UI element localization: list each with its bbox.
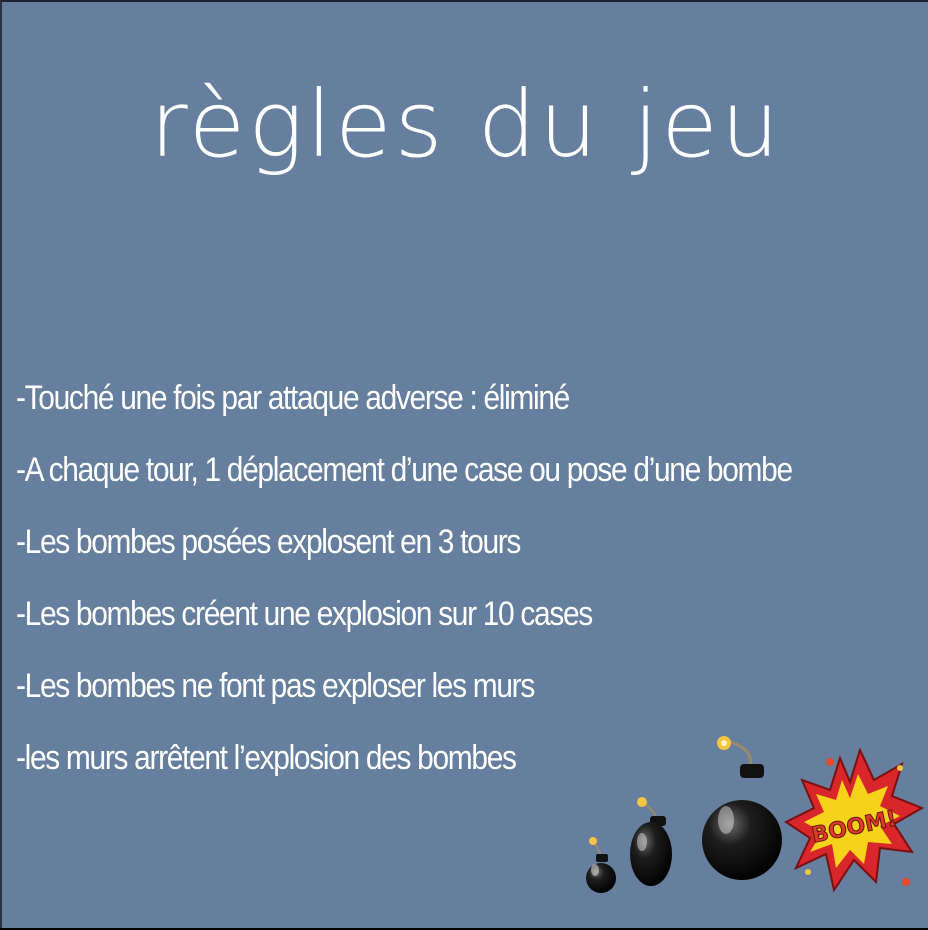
bomb-icon	[586, 837, 616, 893]
page-title: règles du jeu	[149, 71, 783, 178]
rule-item: -Touché une fois par attaque adverse : é…	[16, 379, 570, 417]
bomb-icon	[630, 797, 672, 886]
rules-slide: règles du jeu -Touché une fois par attaq…	[0, 0, 928, 928]
bomb-icon	[702, 736, 782, 880]
rule-item: -A chaque tour, 1 déplacement d’une case…	[16, 451, 793, 489]
rule-item: -Les bombes posées explosent en 3 tours	[16, 523, 521, 561]
bombs-illustration: BOOM!	[586, 736, 925, 893]
boom-explosion-icon: BOOM!	[784, 747, 925, 893]
rule-item: -Les bombes créent une explosion sur 10 …	[16, 595, 593, 633]
